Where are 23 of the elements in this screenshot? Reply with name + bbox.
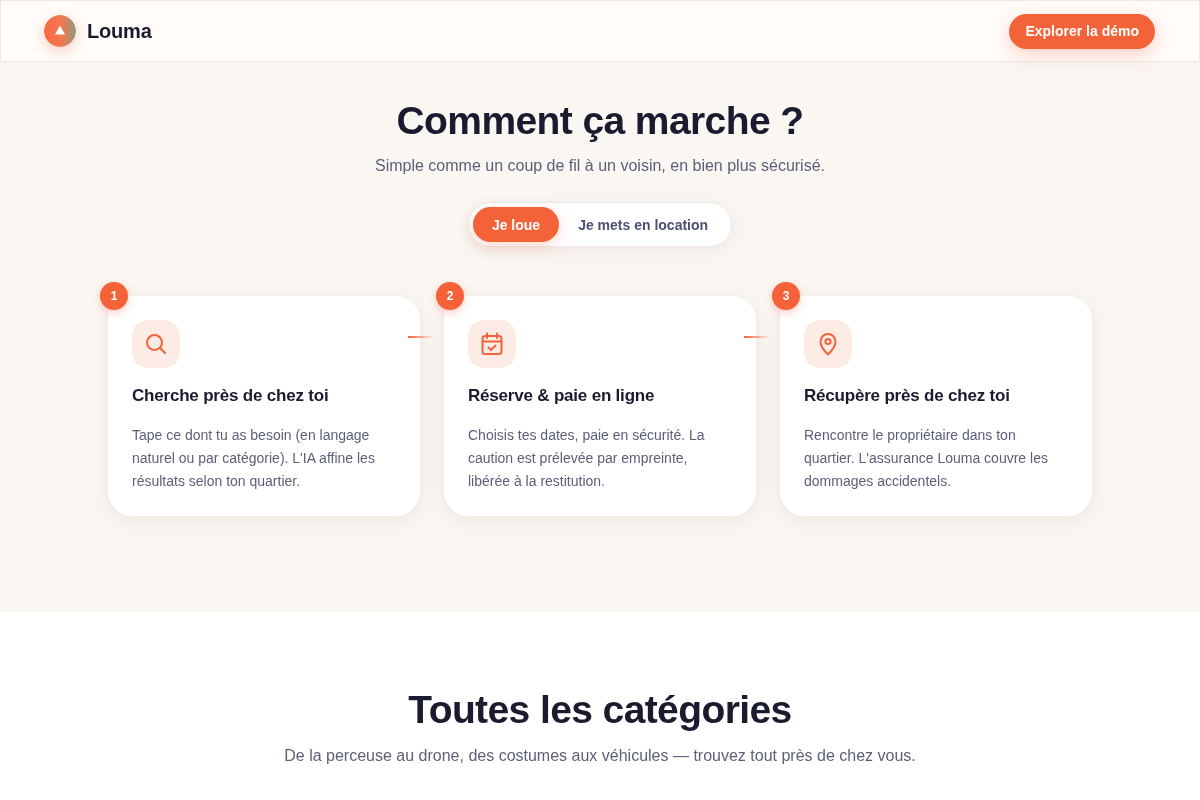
section-subtitle: De la perceuse au drone, des costumes aux véhicules — trouvez tout près de chez vous. [284, 746, 916, 766]
connector-line [408, 336, 432, 338]
mode-tab[interactable]: Je loue [472, 207, 560, 242]
section-title: Comment ça marche ? [396, 98, 804, 144]
step-title: Cherche près de chez toi [132, 385, 330, 407]
step-description: Tape ce dont tu as besoin (en langage naturel ou par catégorie). L'IA affine les résultats selon ton quartier. [132, 426, 376, 491]
step-title: Récupère près de chez toi [804, 385, 1011, 407]
brand-name: Louma [87, 19, 152, 43]
section-title: Toutes les catégories [408, 687, 792, 733]
logo-icon [44, 15, 76, 47]
step-description: Choisis tes dates, paie en sécurité. La caution est prélevée par empreinte, libérée à la restitution. [468, 426, 706, 491]
section-subtitle: Simple comme un coup de fil à un voisin, en bien plus sécurisé. [375, 156, 825, 176]
step-number: 1 [100, 282, 128, 310]
search-icon [132, 320, 180, 368]
calendar-check-icon [468, 320, 516, 368]
step-title: Réserve & paie en ligne [468, 385, 656, 407]
step-number: 3 [772, 282, 800, 310]
explore-demo-button[interactable]: Explorer la démo [1009, 13, 1155, 49]
mode-tab[interactable]: Je mets en location [559, 207, 728, 242]
map-pin-icon [804, 320, 852, 368]
step-number: 2 [436, 282, 464, 310]
step-description: Rencontre le propriétaire dans ton quartier. L'assurance Louma couvre les dommages accidentels. [804, 426, 1049, 491]
connector-line [744, 336, 768, 338]
